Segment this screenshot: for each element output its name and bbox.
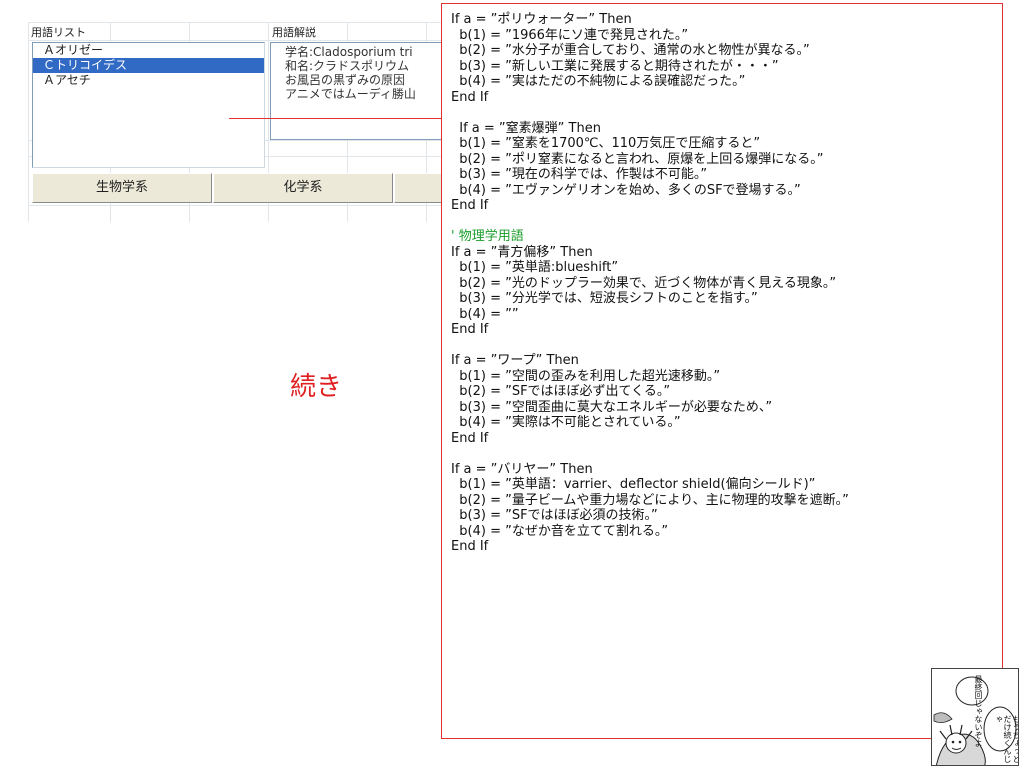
term-listbox[interactable]: Ａオリゼー Ｃトリコイデス Ａアセチ [32,42,265,168]
sheet-gridline [28,40,443,41]
code-line: b(2) = ”水分子が重合しており、通常の水と物性が異なる。” [451,43,810,58]
code-line: End If [451,89,489,105]
code-line: b(3) = ”空間歪曲に莫大なエネルギーが必要なため、” [451,399,773,415]
code-panel: If a = ”ポリウォーター” Then b(1) = ”1966年にソ連で発… [441,3,1003,739]
code-line: b(2) = ”ポリ窒素になると言われ、原爆を上回る爆弾になる。” [451,151,824,167]
code-line: b(1) = ”1966年にソ連で発見された。” [451,27,689,43]
code-line: If a = ”窒素爆弾” Then [451,120,601,136]
code-line: End If [451,430,489,446]
desc-line: アニメではムーディ勝山 [285,87,416,101]
tab-chemistry[interactable]: 化学系 [213,173,393,203]
code-line: b(2) = ”量子ビームや重力場などにより、主に物理的攻撃を遮断。” [451,492,849,508]
desc-line: 学名:Cladosporium tri [285,45,413,59]
desc-line: お風呂の黒ずみの原因 [285,73,406,87]
code-line: b(2) = ”光のドップラー効果で、近づく物体が青く見える現象。” [451,275,837,291]
continued-label: 続き [290,372,343,402]
manga-speech-b: もうちょっとだけ続くんじゃ [994,715,1019,763]
list-item-selected[interactable]: Ｃトリコイデス [33,58,264,73]
code-comment: ' 物理学用語 [451,229,524,244]
code-line: b(4) = ”実はただの不純物による誤確認だった。” [451,74,746,89]
code-line: b(4) = ”エヴァンゲリオンを始め、多くのSFで登場する。” [451,182,801,198]
tab-biology[interactable]: 生物学系 [32,173,212,203]
code-line: b(3) = ”現在の科学では、作製は不可能。” [451,167,708,182]
manga-speech-a: 最終回じゃないぞよ [974,675,983,747]
code-line: End If [451,539,489,554]
code-line: b(4) = ”実際は不可能とされている。” [451,415,681,430]
code-line: End If [451,198,489,213]
list-item[interactable]: Ａアセチ [33,73,264,88]
tab-third[interactable] [394,173,444,203]
callout-connector-line [229,118,441,119]
sheet-gridline [28,22,443,23]
code-line: b(1) = ”英単語：varrier、deflector shield(偏向シ… [451,477,816,492]
code-line: b(1) = ”英単語:blueshift” [451,260,619,275]
manga-panel-image: 最終回じゃないぞよ もうちょっとだけ続くんじゃ [931,668,1019,766]
code-line: b(3) = ”新しい工業に発展すると期待されたが・・・” [451,58,779,74]
code-line: b(4) = ”なぜか音を立てて割れる。” [451,523,669,539]
desc-line: 和名:クラドスポリウム [285,59,410,73]
term-list-header: 用語リスト [31,26,86,39]
code-line: If a = ”バリヤー” Then [451,461,593,477]
code-line: End If [451,322,489,337]
code-line: b(3) = ”分光学では、短波長シフトのことを指す。” [451,291,758,306]
code-line: b(1) = ”窒素を1700℃、110万気圧で圧縮すると” [451,136,761,151]
code-line: b(2) = ”SFではほぼ必ず出てくる。” [451,384,671,399]
list-item[interactable]: Ａオリゼー [33,43,264,58]
term-desc-header: 用語解説 [272,26,316,39]
code-line: If a = ”ポリウォーター” Then [451,12,632,27]
code-line: If a = ”青方偏移” Then [451,244,593,260]
code-line: b(4) = ”” [451,306,519,322]
sheet-gridline [28,205,443,206]
slide-canvas: 用語リスト 用語解説 Ａオリゼー Ｃトリコイデス Ａアセチ 学名:Cladosp… [0,0,1024,768]
sheet-gridline [28,22,29,222]
code-line: b(3) = ”SFではほぼ必須の技術。” [451,508,658,523]
code-line: b(1) = ”空間の歪みを利用した超光速移動。” [451,368,721,384]
code-line: If a = ”ワープ” Then [451,353,579,368]
term-description-box[interactable]: 学名:Cladosporium tri 和名:クラドスポリウム お風呂の黒ずみの… [270,42,446,140]
